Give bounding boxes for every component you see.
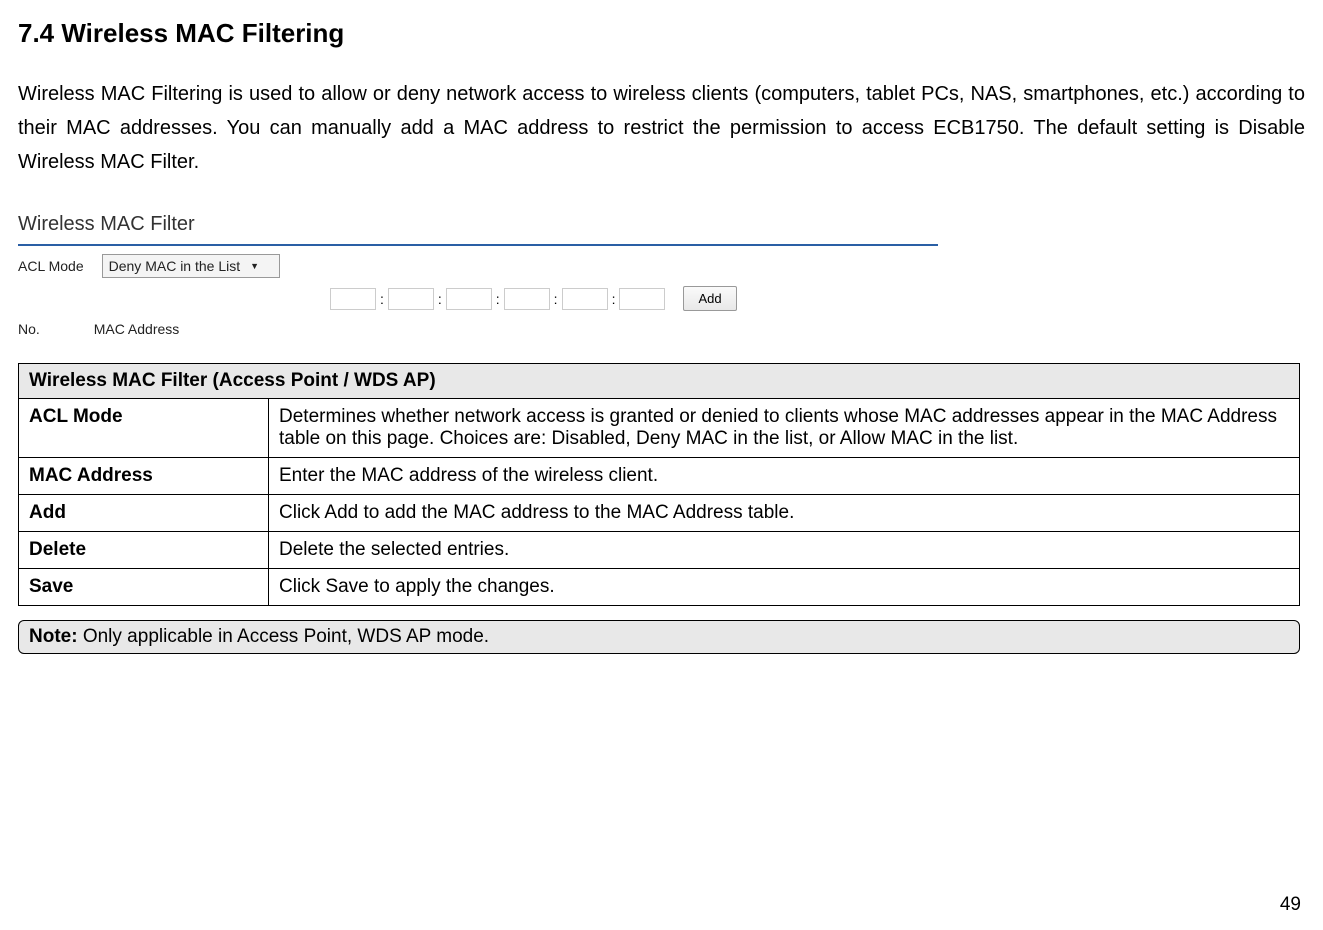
acl-mode-row: ACL Mode Deny MAC in the List <box>18 254 1305 278</box>
table-row: ACL Mode Determines whether network acce… <box>19 399 1300 458</box>
config-screenshot: Wireless MAC Filter ACL Mode Deny MAC in… <box>18 213 1305 337</box>
description-table: Wireless MAC Filter (Access Point / WDS … <box>18 363 1300 606</box>
acl-mode-label: ACL Mode <box>18 258 84 274</box>
note-text: Only applicable in Access Point, WDS AP … <box>78 626 490 647</box>
colon-separator: : <box>496 291 500 307</box>
mac-octet-5[interactable] <box>562 288 608 310</box>
row-desc: Click Add to add the MAC address to the … <box>269 495 1300 532</box>
note-label: Note: <box>29 626 78 647</box>
mac-octet-1[interactable] <box>330 288 376 310</box>
page-number: 49 <box>1280 894 1301 916</box>
table-row: Delete Delete the selected entries. <box>19 532 1300 569</box>
row-name: Save <box>19 569 269 606</box>
table-row: MAC Address Enter the MAC address of the… <box>19 458 1300 495</box>
colon-separator: : <box>438 291 442 307</box>
acl-mode-select[interactable]: Deny MAC in the List <box>102 254 280 278</box>
col-no-label: No. <box>18 321 40 337</box>
row-desc: Determines whether network access is gra… <box>269 399 1300 458</box>
intro-paragraph: Wireless MAC Filtering is used to allow … <box>18 77 1305 179</box>
row-name: Add <box>19 495 269 532</box>
screenshot-title: Wireless MAC Filter <box>18 213 1305 236</box>
add-button[interactable]: Add <box>683 286 736 311</box>
mac-octet-3[interactable] <box>446 288 492 310</box>
row-name: ACL Mode <box>19 399 269 458</box>
table-row: Add Click Add to add the MAC address to … <box>19 495 1300 532</box>
colon-separator: : <box>554 291 558 307</box>
mac-octet-4[interactable] <box>504 288 550 310</box>
table-header: Wireless MAC Filter (Access Point / WDS … <box>19 364 1300 399</box>
col-mac-label: MAC Address <box>94 321 180 337</box>
row-desc: Delete the selected entries. <box>269 532 1300 569</box>
mac-octet-2[interactable] <box>388 288 434 310</box>
section-heading: 7.4 Wireless MAC Filtering <box>18 18 1305 49</box>
row-name: MAC Address <box>19 458 269 495</box>
row-desc: Click Save to apply the changes. <box>269 569 1300 606</box>
table-row: Save Click Save to apply the changes. <box>19 569 1300 606</box>
divider <box>18 244 938 246</box>
mac-input-row: : : : : : Add <box>328 286 1305 311</box>
row-name: Delete <box>19 532 269 569</box>
note-box: Note: Only applicable in Access Point, W… <box>18 620 1300 654</box>
column-headers: No. MAC Address <box>18 321 1305 337</box>
mac-octet-6[interactable] <box>619 288 665 310</box>
colon-separator: : <box>380 291 384 307</box>
row-desc: Enter the MAC address of the wireless cl… <box>269 458 1300 495</box>
colon-separator: : <box>612 291 616 307</box>
